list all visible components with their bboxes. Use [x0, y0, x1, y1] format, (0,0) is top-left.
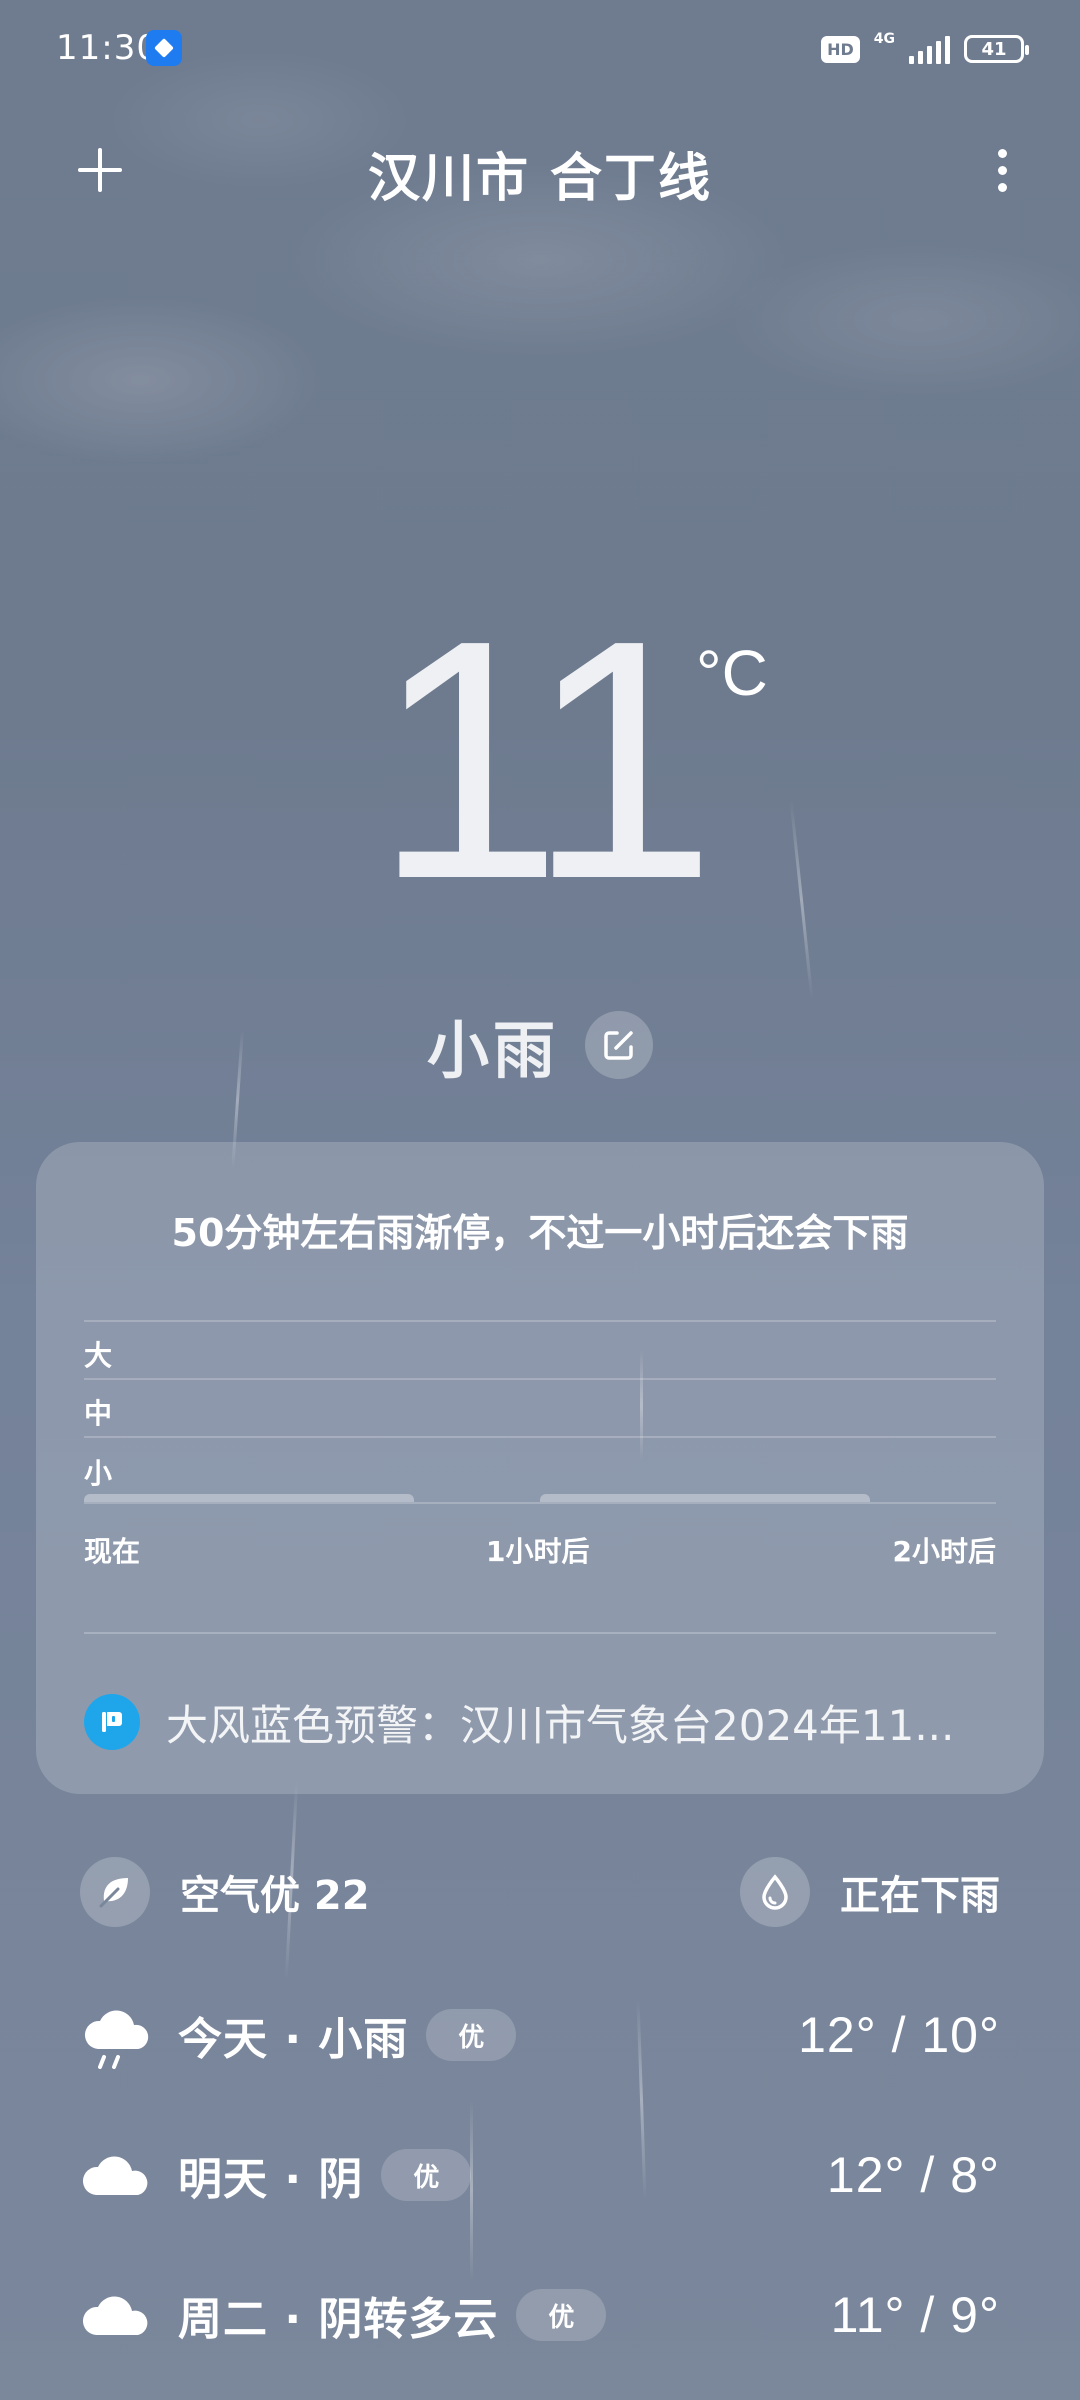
forecast-temp-range: 12° / 8° — [826, 2147, 1000, 2203]
grid-line — [84, 1502, 996, 1504]
hd-icon: HD — [821, 35, 860, 63]
time-label-now: 现在 — [84, 1535, 141, 1568]
precipitation-card[interactable]: 50分钟左右雨渐停，不过一小时后还会下雨 大 中 小 现在 1小时后 2小时后 … — [36, 1142, 1044, 1794]
precipitation-summary: 50分钟左右雨渐停，不过一小时后还会下雨 — [171, 1211, 909, 1255]
aqi-badge: 优 — [516, 2289, 607, 2341]
forecast-label: 周二 · 阴转多云 — [178, 2294, 499, 2345]
forecast-temp-range: 12° / 10° — [798, 2007, 1000, 2063]
air-quality-text: 空气优 22 — [180, 1873, 370, 1919]
air-quality[interactable]: 空气优 22 — [80, 1856, 370, 1928]
alert-flag-icon — [84, 1694, 140, 1750]
level-label-moderate: 中 — [84, 1397, 113, 1430]
alert-text: 大风蓝色预警：汉川市气象台2024年11... — [166, 1700, 955, 1750]
weather-alert[interactable]: 大风蓝色预警：汉川市气象台2024年11... — [84, 1682, 996, 1762]
cloud-icon — [80, 2277, 156, 2353]
card-divider — [84, 1632, 996, 1634]
current-temperature: 11 — [373, 570, 717, 950]
more-menu-button[interactable] — [982, 136, 1022, 204]
cloud-icon — [80, 2137, 156, 2213]
raindrop-icon — [740, 1857, 810, 1927]
level-label-light: 小 — [84, 1457, 113, 1490]
grid-line — [84, 1320, 996, 1322]
location-title: 汉川市 合丁线 — [367, 149, 713, 209]
condition-text: 小雨 — [426, 1014, 559, 1087]
forecast-temp-range: 11° / 9° — [830, 2287, 1000, 2343]
forecast-label: 明天 · 阴 — [178, 2154, 364, 2205]
status-bar: 11:30 HD 4G 41 — [0, 0, 1080, 96]
level-label-heavy: 大 — [84, 1339, 113, 1372]
dot — [997, 165, 1007, 175]
current-condition: 小雨 — [0, 1005, 1080, 1087]
forecast-row-tuesday[interactable]: 周二 · 阴转多云 优 11° / 9° — [80, 2270, 1000, 2360]
signal-icon — [909, 34, 950, 64]
precipitation-chart: 大 中 小 现在 1小时后 2小时后 — [84, 1320, 996, 1568]
temperature-unit: °C — [696, 637, 768, 709]
network-type: 4G — [873, 31, 895, 47]
precipitation-bar — [540, 1494, 870, 1502]
time-label-2h: 2小时后 — [892, 1535, 996, 1568]
rain-status-text: 正在下雨 — [840, 1873, 1000, 1919]
leaf-icon — [80, 1857, 150, 1927]
grid-line — [84, 1436, 996, 1438]
info-row: 空气优 22 正在下雨 — [80, 1856, 1000, 1928]
edit-feedback-button[interactable] — [585, 1011, 653, 1079]
grid-line — [84, 1378, 996, 1380]
forecast-row-today[interactable]: 今天 · 小雨 优 12° / 10° — [80, 1990, 1000, 2080]
dot — [997, 182, 1007, 192]
aqi-badge: 优 — [426, 2009, 517, 2061]
rain-cloud-icon — [80, 1997, 156, 2073]
status-time: 11:30 — [56, 28, 159, 68]
dot — [997, 148, 1007, 158]
edit-icon — [604, 1031, 633, 1060]
rain-status[interactable]: 正在下雨 — [740, 1856, 1000, 1928]
forecast-label: 今天 · 小雨 — [178, 2014, 409, 2065]
precipitation-bar — [84, 1494, 414, 1502]
battery-icon: 41 — [964, 35, 1029, 63]
aqi-badge: 优 — [381, 2149, 472, 2201]
battery-level: 41 — [981, 38, 1007, 60]
app-notification-icon — [146, 30, 182, 66]
header: 汉川市 合丁线 — [0, 120, 1080, 220]
forecast-row-tomorrow[interactable]: 明天 · 阴 优 12° / 8° — [80, 2130, 1000, 2220]
status-indicators: HD 4G 41 — [821, 30, 1029, 68]
time-label-1h: 1小时后 — [486, 1535, 590, 1568]
